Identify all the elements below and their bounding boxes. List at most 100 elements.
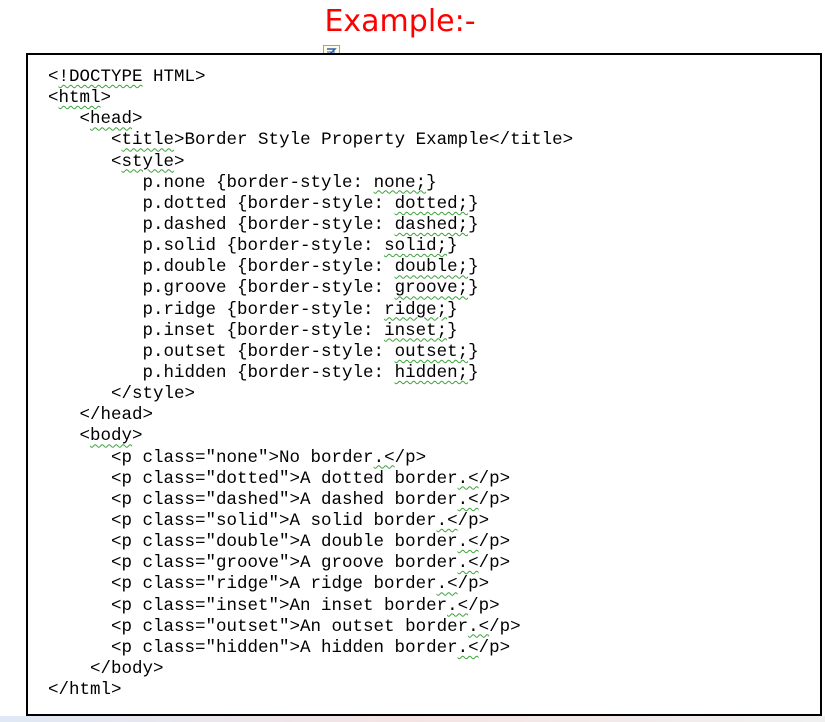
code-token: </style> xyxy=(111,384,196,405)
code-token: /p> xyxy=(457,574,490,595)
code-listing: <!DOCTYPE HTML> <html> <head> <title>Bord… xyxy=(48,67,573,701)
code-token: <p class="solid">A solid border xyxy=(111,510,437,531)
code-token-flagged: double; xyxy=(394,257,469,278)
slide-footer-strip xyxy=(0,716,825,722)
code-token: p.double {border-style: xyxy=(142,257,395,278)
code-line: <p class="dotted">A dotted border.</p> xyxy=(48,469,573,490)
code-token-flagged: html xyxy=(58,88,101,109)
code-token: > xyxy=(174,151,185,172)
code-token: /p> xyxy=(478,489,511,510)
code-token: < xyxy=(111,130,122,151)
code-line: <head> xyxy=(48,109,573,130)
code-token: p.groove {border-style: xyxy=(142,278,395,299)
code-line: </html> xyxy=(48,680,573,701)
code-line: p.ridge {border-style: ridge;} xyxy=(48,300,573,321)
code-line: p.none {border-style: none;} xyxy=(48,173,573,194)
code-token: p.inset {border-style: xyxy=(142,320,385,341)
page-heading: Example:- xyxy=(324,4,476,39)
code-token: p.dashed {border-style: xyxy=(142,214,395,235)
code-token: p.dotted {border-style: xyxy=(142,193,395,214)
code-token: /p> xyxy=(478,532,511,553)
code-token: <p class="double">A double border xyxy=(111,532,458,553)
code-token: > xyxy=(132,109,143,130)
code-line: </style> xyxy=(48,384,573,405)
code-token-flagged: .< xyxy=(373,447,395,468)
code-token-flagged: none; xyxy=(373,172,427,193)
code-token-flagged: .< xyxy=(457,532,479,553)
code-token: <p class="none">No border xyxy=(111,447,374,468)
code-token: } xyxy=(426,172,437,193)
code-line: </head> xyxy=(48,405,573,426)
code-line: <title>Border Style Property Example</ti… xyxy=(48,130,573,151)
code-token-flagged: .< xyxy=(457,489,479,510)
code-token: <p class="hidden">A hidden border xyxy=(111,637,458,658)
code-token: < xyxy=(79,426,91,447)
code-line: <!DOCTYPE HTML> xyxy=(48,67,573,88)
code-token: p.ridge {border-style: xyxy=(142,299,385,320)
code-line: <p class="solid">A solid border.</p> xyxy=(48,511,573,532)
code-token: <p class="outset">An outset border xyxy=(111,616,469,637)
code-token-flagged: !DOCTYPE xyxy=(58,67,143,87)
code-token: p.hidden {border-style: xyxy=(142,362,395,383)
code-listing-frame: <!DOCTYPE HTML> <html> <head> <title>Bord… xyxy=(26,53,822,716)
code-token: /p> xyxy=(478,553,511,574)
code-token: <p class="inset">An inset border xyxy=(111,595,448,616)
code-line: <p class="double">A double border.</p> xyxy=(48,532,573,553)
code-token: > xyxy=(100,88,112,109)
code-token-flagged: .< xyxy=(457,468,479,489)
code-token: < xyxy=(48,67,59,87)
code-token-flagged: dotted; xyxy=(394,193,469,214)
code-token: </head> xyxy=(79,405,154,426)
code-line: p.dashed {border-style: dashed;} xyxy=(48,215,573,236)
code-token-flagged: head xyxy=(90,109,133,130)
code-line: </body> xyxy=(48,659,573,680)
code-line: p.double {border-style: double;} xyxy=(48,257,573,278)
code-line: <p class="dashed">A dashed border.</p> xyxy=(48,490,573,511)
code-token: > xyxy=(132,426,143,447)
code-line: p.hidden {border-style: hidden;} xyxy=(48,363,573,384)
code-token-flagged: groove; xyxy=(394,278,469,299)
code-token: /p> xyxy=(478,468,511,489)
code-token-flagged: .< xyxy=(436,510,458,531)
code-line: <body> xyxy=(48,426,573,447)
code-token-flagged: dashed; xyxy=(394,214,469,235)
code-token: } xyxy=(447,299,458,320)
code-token-flagged: .< xyxy=(436,574,458,595)
code-token: /p> xyxy=(394,447,427,468)
code-line: <p class="outset">An outset border.</p> xyxy=(48,617,573,638)
code-line: <p class="inset">An inset border.</p> xyxy=(48,596,573,617)
code-token-flagged: .< xyxy=(468,616,490,637)
code-token: /p> xyxy=(457,510,490,531)
code-token: </body> xyxy=(90,658,164,679)
code-token: <p class="dotted">A dotted border xyxy=(111,468,458,489)
code-token-flagged: hidden; xyxy=(394,362,469,383)
code-token-flagged: solid; xyxy=(384,236,448,257)
code-token-flagged: style xyxy=(121,151,175,172)
code-token: } xyxy=(468,362,479,383)
code-token: } xyxy=(468,278,479,299)
code-token: HTML> xyxy=(142,67,206,87)
code-token: } xyxy=(468,257,479,278)
code-token-flagged: outset; xyxy=(394,341,469,362)
code-token: >Border Style Property Example</title> xyxy=(174,130,574,151)
code-line: <html> xyxy=(48,88,573,109)
code-token: } xyxy=(447,236,458,257)
